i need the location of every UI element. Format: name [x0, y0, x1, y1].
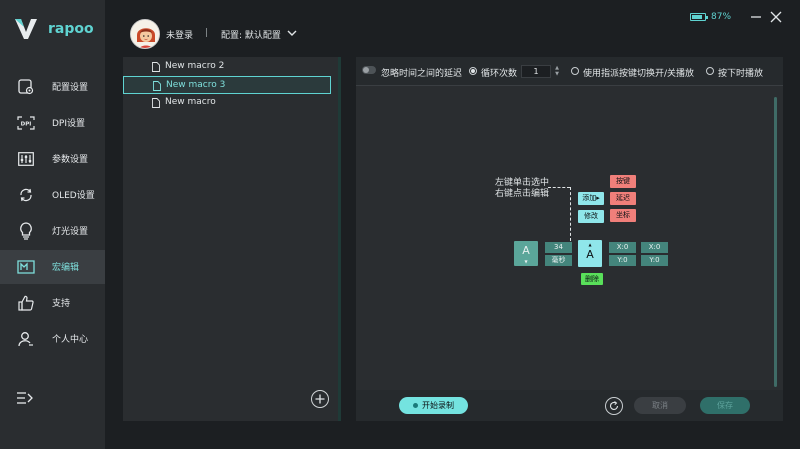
sidebar-item-label: 支持 — [52, 299, 71, 309]
macro-options-bar: 忽略时间之间的延迟 循环次数 1 ▲ ▼ 使用指派按键切换开/关播放 按下时播放 — [356, 57, 783, 86]
hold-play-radio[interactable] — [706, 67, 714, 75]
add-delay-option[interactable]: 延迟 — [610, 192, 636, 205]
oled-refresh-icon — [17, 186, 35, 204]
sidebar-item-label: 宏编辑 — [52, 263, 80, 273]
sidebar-item-parameters[interactable]: 参数设置 — [0, 142, 105, 176]
record-dot-icon — [413, 403, 418, 408]
rapoo-logo: rapoo — [14, 18, 94, 40]
editor-scrollbar[interactable] — [774, 97, 777, 387]
sidebar-item-oled[interactable]: OLED设置 — [0, 178, 105, 212]
sidebar-item-support[interactable]: 支持 — [0, 286, 105, 320]
login-status[interactable]: 未登录 — [166, 28, 193, 41]
header-separator: | — [205, 28, 209, 38]
ignore-delay-label: 忽略时间之间的延迟 — [381, 69, 463, 79]
light-bulb-icon — [17, 222, 35, 240]
macro-list-scrollbar[interactable] — [338, 57, 341, 421]
plus-icon — [315, 394, 325, 404]
macro-list-item[interactable]: New macro 3 — [123, 76, 331, 94]
macro-list-panel: New macro 2 New macro 3 New macro — [123, 57, 341, 421]
edit-event-button[interactable]: 修改 — [578, 210, 604, 223]
dpi-icon: DPI — [17, 114, 35, 132]
coord-x[interactable]: X:0 — [641, 242, 668, 253]
document-icon — [153, 81, 161, 91]
coord-y[interactable]: Y:0 — [609, 255, 636, 266]
coord-y[interactable]: Y:0 — [641, 255, 668, 266]
sidebar-item-macro-edit[interactable]: 宏编辑 — [0, 250, 105, 284]
logo-text: rapoo — [48, 21, 94, 37]
sidebar-item-label: DPI设置 — [52, 119, 86, 129]
battery-fill — [692, 15, 703, 19]
key-event-a-up-selected[interactable]: ▲ A — [578, 240, 602, 267]
config-settings-icon — [17, 78, 35, 96]
cancel-button[interactable]: 取消 — [634, 397, 686, 414]
macro-name: New macro 2 — [165, 61, 225, 71]
delay-value[interactable]: 34 — [545, 242, 572, 253]
thumbs-up-icon — [17, 294, 35, 312]
user-icon — [17, 330, 35, 348]
macro-name: New macro — [165, 97, 216, 107]
document-icon — [152, 98, 160, 108]
sidebar-item-label: OLED设置 — [52, 191, 95, 201]
loop-count-label: 循环次数 — [481, 69, 518, 79]
add-macro-button[interactable] — [311, 390, 329, 408]
reset-button[interactable] — [605, 397, 623, 415]
hint-connector — [570, 187, 571, 241]
delete-event-button[interactable]: 删除 — [581, 273, 603, 285]
parameter-sliders-icon — [17, 150, 35, 168]
refresh-icon — [609, 401, 619, 410]
macro-edit-icon — [17, 258, 35, 276]
add-key-option[interactable]: 按键 — [610, 175, 636, 188]
coord-x[interactable]: X:0 — [609, 242, 636, 253]
macro-list-item[interactable]: New macro 2 — [123, 58, 331, 76]
battery-icon — [690, 13, 708, 21]
document-icon — [152, 62, 160, 72]
battery-status: 87% — [690, 12, 731, 22]
loop-count-stepper[interactable]: ▲ ▼ — [554, 65, 560, 78]
config-selector[interactable]: 配置: 默认配置 — [221, 28, 281, 41]
sidebar-item-config-settings[interactable]: 配置设置 — [0, 70, 105, 104]
loop-count-radio[interactable] — [469, 67, 477, 75]
macro-list-item[interactable]: New macro — [123, 94, 331, 112]
macro-name: New macro 3 — [166, 80, 226, 90]
avatar[interactable] — [130, 19, 160, 49]
rapoo-v-logo-icon — [15, 19, 37, 39]
hint-connector — [548, 187, 570, 188]
sidebar-item-label: 个人中心 — [52, 335, 89, 345]
minimize-icon[interactable] — [750, 11, 762, 23]
sidebar-item-lighting[interactable]: 灯光设置 — [0, 214, 105, 248]
start-record-label: 开始录制 — [422, 401, 454, 410]
sidebar: rapoo 配置设置 DPI DPI设置 参数设置 OLED设置 灯光设置 宏编… — [0, 0, 105, 449]
delay-unit: 毫秒 — [545, 255, 572, 266]
toggle-play-radio[interactable] — [571, 67, 579, 75]
collapse-menu-icon[interactable] — [16, 390, 34, 408]
sidebar-item-label: 配置设置 — [52, 83, 89, 93]
battery-percent: 87% — [711, 12, 732, 22]
key-down-arrow-icon: ▼ — [524, 259, 528, 264]
save-button[interactable]: 保存 — [700, 397, 750, 414]
top-bar: 未登录 | 配置: 默认配置 87% — [105, 0, 800, 57]
loop-count-input[interactable]: 1 — [521, 65, 551, 78]
sidebar-item-dpi[interactable]: DPI DPI设置 — [0, 106, 105, 140]
close-icon[interactable] — [770, 11, 782, 23]
chevron-down-icon[interactable] — [287, 29, 297, 37]
key-char: A — [586, 248, 594, 261]
hold-play-label: 按下时播放 — [718, 69, 764, 79]
sidebar-item-user-center[interactable]: 个人中心 — [0, 322, 105, 356]
key-char: A — [522, 244, 530, 257]
key-up-arrow-icon: ▲ — [588, 242, 592, 247]
ignore-delay-toggle[interactable] — [362, 66, 376, 74]
sidebar-item-label: 参数设置 — [52, 155, 89, 165]
add-coord-option[interactable]: 坐标 — [610, 209, 636, 222]
svg-text:DPI: DPI — [21, 122, 32, 128]
sidebar-item-label: 灯光设置 — [52, 227, 89, 237]
add-event-button[interactable]: 添加▸ — [578, 192, 604, 205]
hint-right-click: 右键点击编辑 — [495, 189, 550, 199]
start-record-button[interactable]: 开始录制 — [399, 397, 468, 414]
toggle-play-label: 使用指派按键切换开/关播放 — [583, 69, 695, 79]
key-event-a-down[interactable]: A ▼ — [514, 241, 538, 266]
